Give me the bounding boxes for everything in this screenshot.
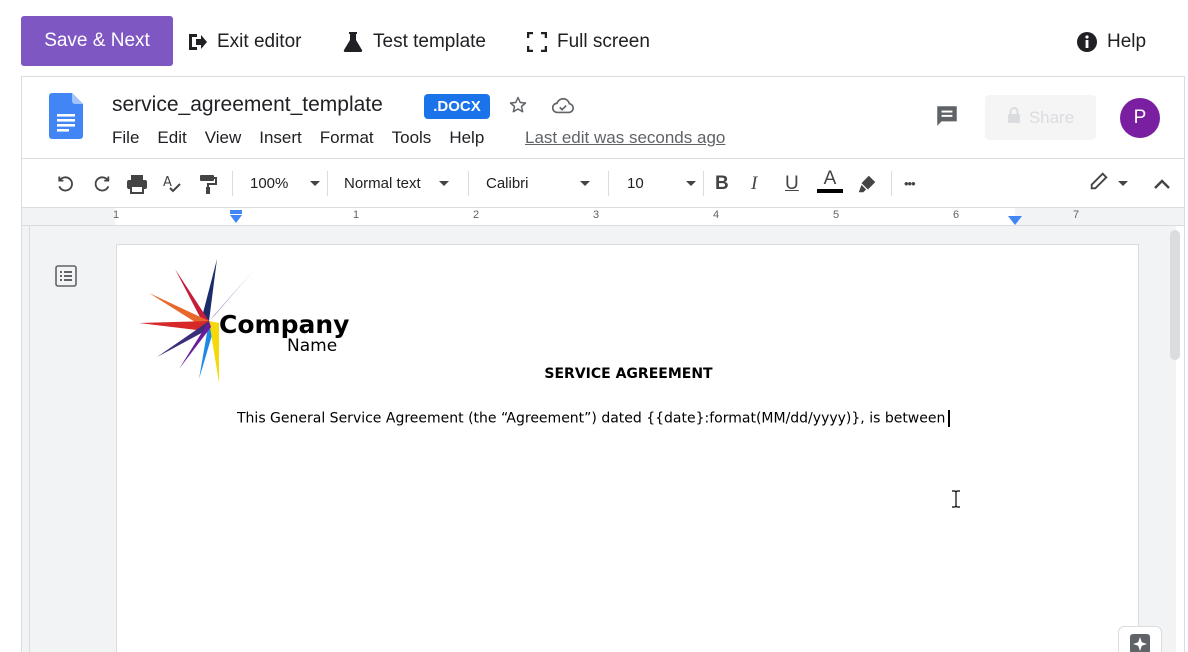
menu-view[interactable]: View	[205, 128, 242, 148]
more-options-button[interactable]: •••	[904, 171, 916, 196]
spellcheck-icon[interactable]: A	[162, 171, 184, 196]
print-icon[interactable]	[126, 171, 148, 196]
menu-insert[interactable]: Insert	[259, 128, 302, 148]
menu-file[interactable]: File	[112, 128, 139, 148]
paragraph-style-select[interactable]: Normal text	[344, 171, 449, 196]
ruler-number: 7	[1073, 209, 1080, 221]
text-cursor	[948, 410, 951, 427]
document-body-text: This General Service Agreement (the “Agr…	[237, 410, 951, 427]
last-edit-link[interactable]: Last edit was seconds ago	[525, 128, 725, 148]
horizontal-ruler[interactable]: 1 1 2 3 4 5 6 7	[22, 208, 1184, 226]
ruler-number: 2	[473, 209, 480, 221]
style-value: Normal text	[344, 175, 421, 192]
document-heading: SERVICE AGREEMENT	[544, 366, 713, 382]
share-button[interactable]: Share	[985, 95, 1096, 140]
highlight-icon[interactable]	[856, 171, 878, 196]
menu-help[interactable]: Help	[449, 128, 484, 148]
avatar[interactable]: P	[1120, 98, 1160, 138]
chevron-down-icon	[1118, 181, 1128, 186]
ruler-number: 1	[113, 209, 120, 221]
chevron-down-icon	[685, 181, 696, 186]
flask-icon	[343, 31, 363, 53]
comment-icon[interactable]	[934, 103, 960, 134]
doc-header: service_agreement_template .DOCX File Ed…	[22, 77, 1184, 159]
zoom-select[interactable]: 100%	[250, 171, 321, 196]
lock-icon	[1007, 107, 1021, 128]
chevron-down-icon	[310, 181, 321, 186]
info-icon	[1077, 32, 1097, 52]
full-screen-label: Full screen	[557, 31, 650, 52]
text-color-icon[interactable]: A	[817, 169, 843, 199]
explore-icon	[1129, 633, 1151, 652]
document-title[interactable]: service_agreement_template	[112, 93, 383, 117]
menu-tools[interactable]: Tools	[392, 128, 432, 148]
menu-bar: File Edit View Insert Format Tools Help	[112, 128, 502, 148]
editing-mode-select[interactable]	[1088, 171, 1128, 196]
font-size-value: 10	[627, 175, 644, 192]
font-family-select[interactable]: Calibri	[486, 171, 590, 196]
ruler-number: 1	[353, 209, 360, 221]
editor-top-bar: Save & Next Exit editor Test template Fu…	[0, 0, 1188, 76]
cloud-check-icon[interactable]	[551, 97, 574, 120]
docx-badge: .DOCX	[424, 94, 490, 119]
save-next-button[interactable]: Save & Next	[21, 16, 173, 66]
vertical-ruler[interactable]	[22, 226, 30, 652]
font-size-select[interactable]: 10	[627, 171, 696, 196]
italic-icon[interactable]: I	[751, 171, 757, 196]
bold-icon[interactable]: B	[715, 171, 729, 196]
full-screen-button[interactable]: Full screen	[527, 28, 650, 56]
formatting-toolbar: A 100% Normal text Calibri 10 B I U A ••…	[22, 159, 1184, 208]
logo-text-company: Company	[219, 310, 349, 339]
paint-format-icon[interactable]	[198, 171, 218, 196]
star-icon[interactable]	[508, 95, 528, 120]
chevron-down-icon	[438, 181, 449, 186]
ruler-number: 3	[593, 209, 600, 221]
edit-mode-icon	[1088, 170, 1110, 197]
test-template-button[interactable]: Test template	[343, 28, 486, 56]
chevron-down-icon	[579, 181, 590, 186]
exit-editor-button[interactable]: Exit editor	[187, 28, 301, 56]
vertical-scrollbar[interactable]	[1170, 230, 1180, 360]
help-button[interactable]: Help	[1077, 28, 1146, 56]
menu-format[interactable]: Format	[320, 128, 374, 148]
ruler-number: 6	[953, 209, 960, 221]
docs-frame: service_agreement_template .DOCX File Ed…	[21, 76, 1185, 652]
fullscreen-icon	[527, 32, 547, 52]
document-page[interactable]: Company Name SERVICE AGREEMENT This Gene…	[117, 245, 1138, 652]
ruler-number: 4	[713, 209, 720, 221]
explore-button[interactable]	[1118, 626, 1162, 652]
redo-icon[interactable]	[90, 171, 112, 196]
body-paragraph: This General Service Agreement (the “Agr…	[237, 410, 946, 427]
menu-edit[interactable]: Edit	[157, 128, 186, 148]
underline-icon[interactable]: U	[785, 171, 799, 196]
ruler-number: 5	[833, 209, 840, 221]
exit-icon	[187, 32, 207, 52]
logo-text-name: Name	[287, 336, 337, 356]
ibeam-cursor-icon	[951, 490, 961, 513]
collapse-icon[interactable]	[1152, 171, 1172, 196]
font-value: Calibri	[486, 175, 529, 192]
share-label: Share	[1028, 107, 1075, 127]
help-label: Help	[1107, 31, 1147, 52]
test-template-label: Test template	[373, 31, 486, 52]
outline-icon[interactable]	[54, 264, 78, 293]
undo-icon[interactable]	[56, 171, 78, 196]
docs-logo[interactable]	[49, 93, 83, 144]
zoom-value: 100%	[250, 175, 289, 192]
exit-editor-label: Exit editor	[217, 31, 302, 52]
